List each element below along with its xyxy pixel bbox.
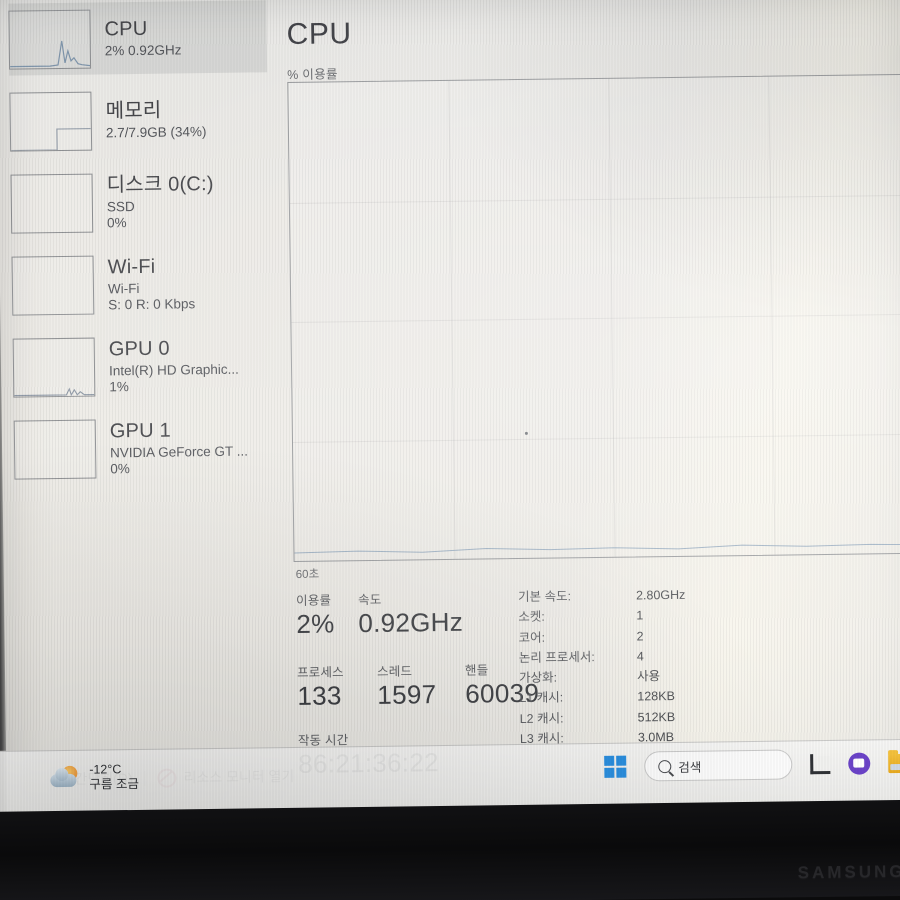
- brand-logo: SAMSUNG: [797, 861, 900, 883]
- search-placeholder: 검색: [678, 760, 702, 775]
- detail-key: 논리 프로세서:: [518, 649, 595, 665]
- sidebar-item-label: Wi-Fi: [107, 255, 156, 279]
- detail-row: 코어: 2: [518, 628, 778, 645]
- processes-label: 프로세스: [296, 665, 344, 680]
- sidebar-item-sub1: NVIDIA GeForce GT ...: [110, 443, 249, 461]
- detail-value: 512KB: [637, 709, 676, 724]
- sidebar-item-gpu-1[interactable]: GPU 1 NVIDIA GeForce GT ... 0%: [13, 410, 273, 485]
- taskbar-center-group: 검색: [604, 747, 900, 782]
- detail-key: L2 캐시:: [519, 710, 564, 726]
- detail-value: 128KB: [637, 689, 675, 704]
- sidebar-item-disk-0[interactable]: 디스크 0(C:) SSD 0%: [10, 164, 269, 239]
- sidebar-item-label: GPU 0: [108, 337, 170, 361]
- gpu0-thumbnail-graph: [12, 337, 96, 398]
- cpu-stats: 이용률 2% 속도 0.92GHz 프로세스 133 스레드 1597 핸들 6…: [296, 582, 900, 779]
- cpu-utilization-graph: [287, 73, 900, 562]
- graph-y-axis-label: % 이용률: [287, 67, 338, 83]
- detail-value: 사용: [637, 669, 661, 684]
- cpu-detail-panel: CPU % 이용률 60초 이용률 2% 속도 0.92GHz 프로세스 133…: [276, 0, 900, 796]
- detail-key: 기본 속도:: [517, 589, 572, 605]
- speed-label: 속도: [357, 592, 382, 608]
- detail-key: 소켓:: [518, 609, 545, 625]
- detail-row: 기본 속도: 2.80GHz: [518, 588, 778, 605]
- sidebar-item-sub2: S: 0 R: 0 Kbps: [108, 296, 196, 313]
- weather-temperature: -12°C: [89, 762, 122, 777]
- utilization-value: 2%: [296, 608, 335, 639]
- task-manager-window: CPU 2% 0.92GHz 메모리 2.7/7.9GB (34%) 디스크 0…: [0, 0, 900, 800]
- detail-row: 소켓: 1: [518, 608, 778, 625]
- speed-value: 0.92GHz: [358, 606, 464, 639]
- memory-thumbnail-graph: [9, 91, 93, 152]
- cpu-stats-primary: 이용률 2% 속도 0.92GHz 프로세스 133 스레드 1597 핸들 6…: [296, 587, 539, 779]
- sidebar-item-memory[interactable]: 메모리 2.7/7.9GB (34%): [9, 82, 268, 157]
- taskbar-search-box[interactable]: 검색: [644, 749, 793, 782]
- sidebar-item-label: 메모리: [105, 99, 162, 123]
- utilization-label: 이용률: [295, 593, 332, 608]
- detail-key: 가상화:: [519, 670, 558, 686]
- weather-widget[interactable]: -12°C 구름 조금: [50, 762, 139, 793]
- weather-description: 구름 조금: [89, 776, 140, 792]
- sidebar-item-sub2: 0%: [107, 215, 127, 231]
- cpu-sparkline-icon: [10, 40, 91, 67]
- detail-row: 가상화: 사용: [519, 669, 779, 686]
- detail-row: L1 캐시: 128KB: [519, 689, 779, 706]
- detail-row: L2 캐시: 512KB: [520, 709, 780, 726]
- weather-partly-cloudy-icon: [50, 765, 80, 790]
- graph-noise-dot: [524, 431, 528, 435]
- sidebar-item-sub2: 0%: [110, 461, 130, 477]
- screen-surface: CPU 2% 0.92GHz 메모리 2.7/7.9GB (34%) 디스크 0…: [0, 0, 900, 846]
- laptop-bezel: SAMSUNG: [0, 799, 900, 900]
- disk-thumbnail-graph: [10, 173, 94, 234]
- sidebar-item-sub1: Intel(R) HD Graphic...: [108, 361, 239, 379]
- detail-key: 코어:: [518, 630, 546, 645]
- memory-sparkline-icon: [11, 127, 91, 151]
- sidebar-item-label: GPU 1: [109, 419, 172, 443]
- sidebar-item-sub1: Wi-Fi: [107, 281, 140, 297]
- sidebar-item-cpu[interactable]: CPU 2% 0.92GHz: [8, 0, 268, 76]
- sidebar-item-sub1: 2% 0.92GHz: [104, 42, 182, 59]
- gpu0-sparkline-icon: [14, 386, 95, 396]
- cpu-utilization-line: [294, 543, 900, 554]
- detail-value: 4: [636, 649, 644, 664]
- detail-value: 1: [636, 608, 644, 623]
- sidebar-item-gpu-0[interactable]: GPU 0 Intel(R) HD Graphic... 1%: [12, 328, 272, 403]
- task-view-icon[interactable]: [810, 754, 831, 775]
- gpu1-thumbnail-graph: [13, 419, 97, 480]
- file-explorer-icon[interactable]: [888, 753, 900, 773]
- sidebar-item-label: CPU: [104, 17, 148, 41]
- detail-key: L1 캐시:: [519, 690, 564, 706]
- detail-value: 2.80GHz: [635, 587, 686, 603]
- sidebar-item-wifi[interactable]: Wi-Fi Wi-Fi S: 0 R: 0 Kbps: [11, 246, 270, 321]
- search-icon: [658, 759, 672, 773]
- chat-icon[interactable]: [848, 752, 871, 775]
- cpu-details-list: 기본 속도: 2.80GHz 소켓: 1 코어: 2 논리 프로세서: 4 가상화: 사용…: [518, 588, 780, 753]
- detail-row: 논리 프로세서: 4: [519, 648, 779, 665]
- sidebar-item-sub1: SSD: [106, 199, 135, 215]
- threads-label: 스레드: [376, 664, 413, 679]
- resource-sidebar: CPU 2% 0.92GHz 메모리 2.7/7.9GB (34%) 디스크 0…: [0, 0, 278, 800]
- wifi-thumbnail-graph: [11, 255, 95, 316]
- windows-start-icon[interactable]: [604, 755, 627, 778]
- graph-time-label: 60초: [295, 568, 320, 581]
- sidebar-item-label: 디스크 0(C:): [106, 172, 214, 197]
- detail-value: 2: [636, 628, 644, 643]
- page-title: CPU: [286, 17, 352, 52]
- threads-value: 1597: [377, 679, 437, 710]
- cpu-thumbnail-graph: [8, 9, 92, 70]
- sidebar-item-sub2: 1%: [109, 379, 129, 395]
- processes-value: 133: [297, 680, 342, 711]
- sidebar-item-sub1: 2.7/7.9GB (34%): [105, 124, 207, 141]
- laptop-screen-photo: CPU 2% 0.92GHz 메모리 2.7/7.9GB (34%) 디스크 0…: [0, 0, 900, 900]
